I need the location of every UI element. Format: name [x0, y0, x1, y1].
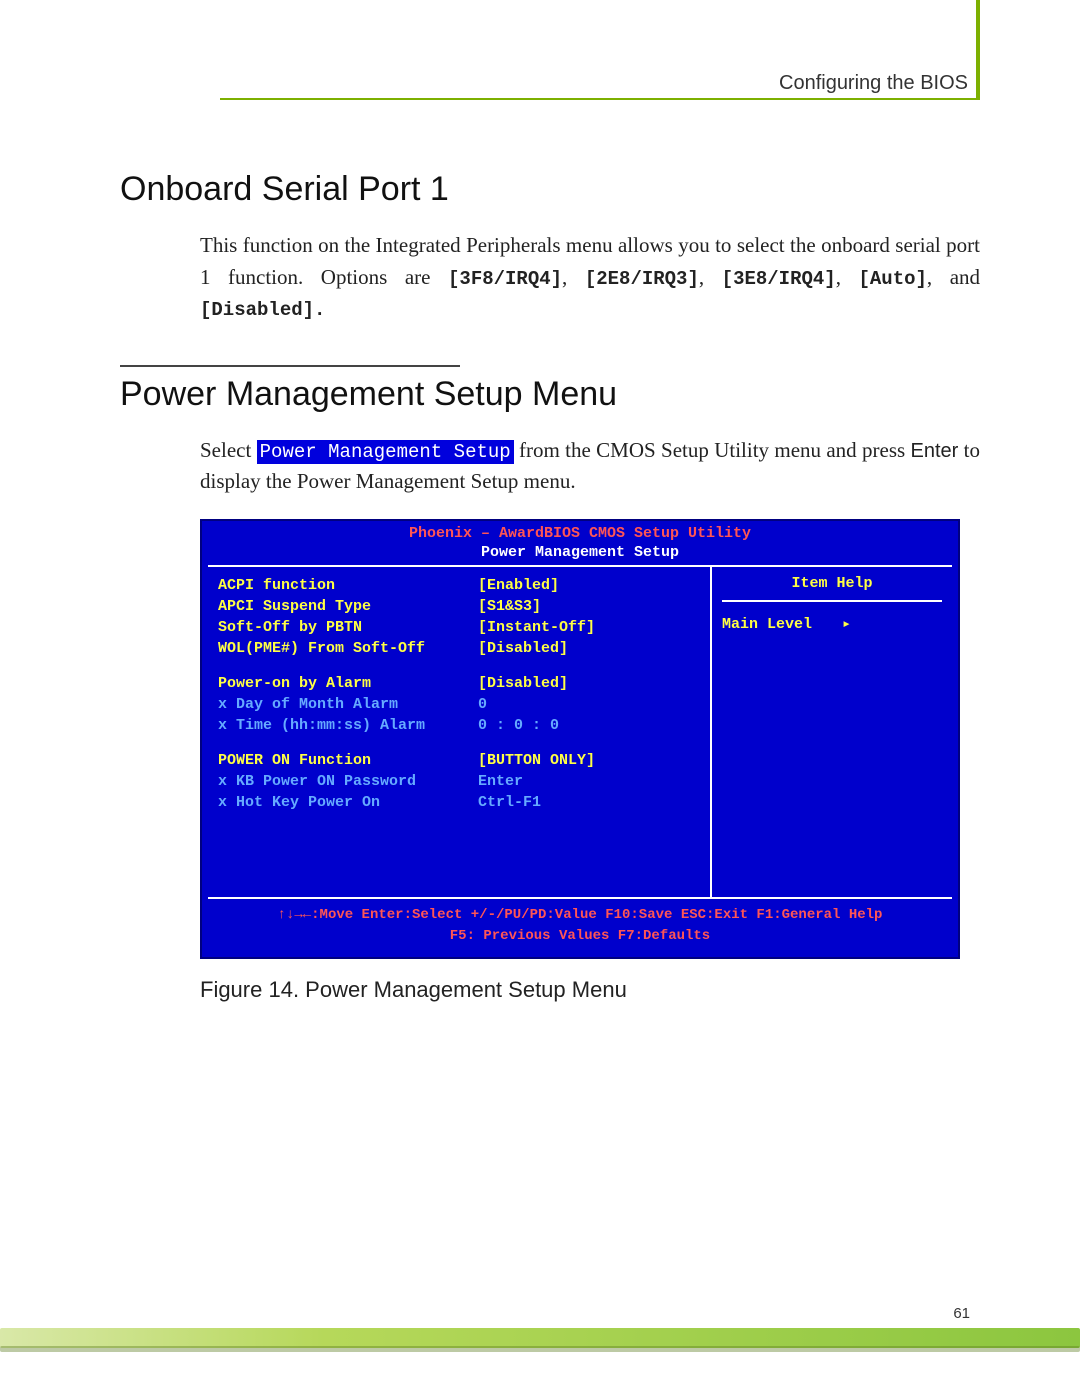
bios-footer-line1: ↑↓→←:Move Enter:Select +/-/PU/PD:Value F…: [202, 905, 958, 926]
option-2e8: [2E8/IRQ3]: [585, 268, 699, 290]
bios-label: POWER ON Function: [218, 750, 478, 771]
bios-value: [Disabled]: [478, 673, 568, 694]
option-3f8: [3F8/IRQ4]: [448, 268, 562, 290]
bios-label: Power-on by Alarm: [218, 673, 478, 694]
bios-row-hotkey: x Hot Key Power On Ctrl-F1: [218, 792, 700, 813]
bios-item-help-title: Item Help: [722, 575, 942, 602]
bios-title: Phoenix – AwardBIOS CMOS Setup Utility: [202, 521, 958, 544]
bios-footer-line2: F5: Previous Values F7:Defaults: [202, 926, 958, 947]
gap: [218, 736, 700, 750]
bios-value-dim: Enter: [478, 771, 523, 792]
bios-screen: Phoenix – AwardBIOS CMOS Setup Utility P…: [200, 519, 960, 959]
bios-value-dim: 0 : 0 : 0: [478, 715, 559, 736]
bios-row-wol[interactable]: WOL(PME#) From Soft-Off[Disabled]: [218, 638, 700, 659]
bios-label: APCI Suspend Type: [218, 596, 478, 617]
footer-band-shadow: [0, 1346, 1080, 1352]
bios-footer: ↑↓→←:Move Enter:Select +/-/PU/PD:Value F…: [202, 899, 958, 957]
bios-row-apci-suspend[interactable]: APCI Suspend Type[S1&S3]: [218, 596, 700, 617]
bios-row-day-of-month: x Day of Month Alarm 0: [218, 694, 700, 715]
bios-row-kb-password: x KB Power ON Password Enter: [218, 771, 700, 792]
bios-row-soft-off[interactable]: Soft-Off by PBTN[Instant-Off]: [218, 617, 700, 638]
power-management-paragraph: Select Power Management Setup from the C…: [200, 435, 980, 498]
page: Configuring the BIOS Onboard Serial Port…: [0, 0, 1080, 1388]
option-disabled: [Disabled].: [200, 299, 325, 321]
bios-value: [BUTTON ONLY]: [478, 750, 595, 771]
option-auto: [Auto]: [859, 268, 927, 290]
section-title-power-management: Power Management Setup Menu: [120, 375, 980, 414]
bios-value: [Instant-Off]: [478, 617, 595, 638]
bios-value: [S1&S3]: [478, 596, 541, 617]
bios-value-dim: 0: [478, 694, 487, 715]
bios-main-level: Main Level ▸: [722, 614, 942, 633]
section-divider: [120, 365, 460, 367]
text: Select: [200, 438, 257, 462]
bios-label: ACPI function: [218, 575, 478, 596]
text: Main Level: [722, 616, 812, 633]
breadcrumb: Configuring the BIOS: [779, 72, 968, 95]
arrow-right-icon: ▸: [842, 614, 851, 633]
option-3e8: [3E8/IRQ4]: [722, 268, 836, 290]
footer-band: [0, 1328, 1080, 1348]
bios-body: ACPI function[Enabled] APCI Suspend Type…: [208, 565, 952, 899]
bios-value-dim: Ctrl-F1: [478, 792, 541, 813]
gap: [218, 659, 700, 673]
bios-value: [Enabled]: [478, 575, 559, 596]
figure-caption: Figure 14. Power Management Setup Menu: [200, 977, 980, 1003]
bios-row-poweron-alarm[interactable]: Power-on by Alarm[Disabled]: [218, 673, 700, 694]
text: from the CMOS Setup Utility menu and pre…: [514, 438, 911, 462]
bios-label-dim: x Day of Month Alarm: [218, 694, 478, 715]
bios-left-panel: ACPI function[Enabled] APCI Suspend Type…: [208, 567, 712, 897]
page-number: 61: [953, 1305, 970, 1322]
text: ,: [562, 265, 585, 289]
bios-label: WOL(PME#) From Soft-Off: [218, 638, 478, 659]
bios-subtitle: Power Management Setup: [202, 544, 958, 565]
bios-label-dim: x Hot Key Power On: [218, 792, 478, 813]
bios-row-acpi-function[interactable]: ACPI function[Enabled]: [218, 575, 700, 596]
bios-row-power-on-function[interactable]: POWER ON Function[BUTTON ONLY]: [218, 750, 700, 771]
text: , and: [927, 265, 980, 289]
bios-label-dim: x KB Power ON Password: [218, 771, 478, 792]
header-accent-vertical: [976, 0, 980, 100]
bios-row-time-alarm: x Time (hh:mm:ss) Alarm 0 : 0 : 0: [218, 715, 700, 736]
header-rule: [220, 98, 980, 100]
text: ,: [836, 265, 859, 289]
text: ,: [699, 265, 722, 289]
key-enter: Enter: [911, 440, 959, 462]
section-title-onboard-serial: Onboard Serial Port 1: [120, 170, 980, 209]
bios-label: Soft-Off by PBTN: [218, 617, 478, 638]
onboard-serial-paragraph: This function on the Integrated Peripher…: [200, 230, 980, 325]
bios-value: [Disabled]: [478, 638, 568, 659]
bios-right-panel: Item Help Main Level ▸: [712, 567, 952, 897]
highlight-power-management-setup: Power Management Setup: [257, 440, 514, 464]
bios-label-dim: x Time (hh:mm:ss) Alarm: [218, 715, 478, 736]
